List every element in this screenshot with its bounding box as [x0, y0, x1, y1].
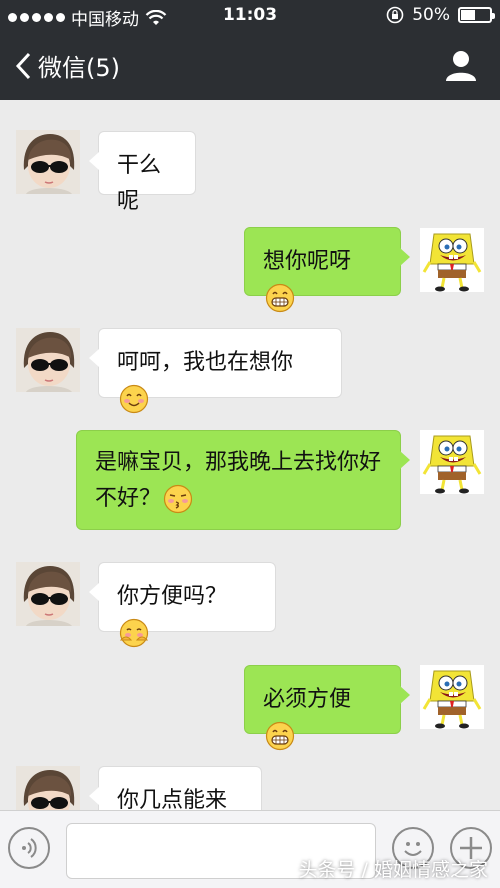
grin-emoji-icon	[265, 721, 295, 751]
chat-messages: 干么呢 想你呢呀 呵呵，我也在想你 是嘛宝贝，那我晚上去找你好 不好？ 你方便吗…	[0, 100, 500, 810]
smile-emoji-icon	[119, 384, 149, 414]
nav-bar: 微信(5)	[0, 32, 500, 100]
my-avatar[interactable]	[420, 228, 484, 292]
message-bubble-incoming[interactable]: 呵呵，我也在想你	[89, 328, 342, 398]
message-bubble-outgoing[interactable]: 必须方便	[244, 665, 410, 734]
my-avatar[interactable]	[420, 665, 484, 729]
message-text: 不好？	[95, 486, 162, 511]
contact-avatar[interactable]	[16, 328, 80, 392]
voice-icon	[22, 838, 37, 858]
message-bubble-incoming[interactable]: 干么呢	[89, 131, 196, 214]
chat-title: 微信(5)	[38, 54, 120, 82]
contact-avatar[interactable]	[16, 766, 80, 810]
voice-input-button[interactable]	[8, 827, 50, 869]
message-bubble-incoming[interactable]: 你方便吗？	[89, 562, 276, 632]
back-button[interactable]: 微信(5)	[14, 48, 120, 83]
message-bubble-incoming[interactable]: 你几点能来呀	[89, 766, 262, 810]
watermark-text: 头条号 / 婚姻情感之家	[298, 859, 488, 881]
contact-avatar[interactable]	[16, 130, 80, 194]
message-bubble-outgoing[interactable]: 想你呢呀	[244, 227, 410, 296]
message-text: 呵呵，我也在想你	[117, 350, 294, 375]
status-bar: 中国移动 11:03 50%	[0, 0, 500, 32]
battery-percent: 50%	[412, 5, 450, 25]
message-text-line: 是嘛宝贝，那我晚上去找你好	[95, 450, 382, 475]
message-text: 你方便吗？	[117, 584, 228, 609]
battery-icon	[458, 7, 495, 23]
grin-emoji-icon	[265, 283, 295, 313]
message-text: 你几点能来呀	[117, 788, 228, 810]
message-text: 想你呢呀	[263, 249, 352, 274]
message-text: 干么呢	[117, 153, 162, 214]
contact-profile-icon[interactable]	[444, 48, 478, 82]
shy-emoji-icon	[119, 618, 149, 648]
input-bar: 头条号 / 婚姻情感之家	[0, 810, 500, 888]
my-avatar[interactable]	[420, 430, 484, 494]
contact-avatar[interactable]	[16, 562, 80, 626]
top-bar: 中国移动 11:03 50% 微信(5)	[0, 0, 500, 100]
message-text: 必须方便	[263, 687, 352, 712]
chevron-left-icon	[15, 52, 31, 79]
status-right: 50%	[386, 5, 495, 25]
message-bubble-outgoing[interactable]: 是嘛宝贝，那我晚上去找你好 不好？	[76, 430, 410, 530]
battery-fill	[461, 10, 475, 20]
rotation-lock-icon	[386, 6, 404, 24]
message-text-line: 不好？	[95, 481, 382, 517]
kiss-emoji-icon	[163, 484, 193, 514]
